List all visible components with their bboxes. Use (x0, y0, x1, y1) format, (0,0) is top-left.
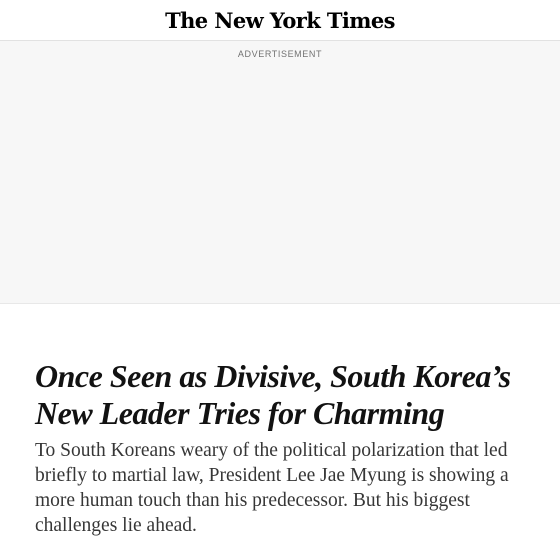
article-summary: Once Seen as Divisive, South Korea’s New… (35, 358, 535, 538)
article-headline[interactable]: Once Seen as Divisive, South Korea’s New… (35, 358, 535, 432)
article-summary-text: To South Koreans weary of the political … (35, 440, 509, 536)
advertisement-label: ADVERTISEMENT (237, 49, 323, 59)
advertisement-slot: ADVERTISEMENT (0, 41, 560, 304)
nyt-logo[interactable]: The New York Times (0, 8, 560, 34)
masthead: The New York Times (0, 0, 560, 41)
